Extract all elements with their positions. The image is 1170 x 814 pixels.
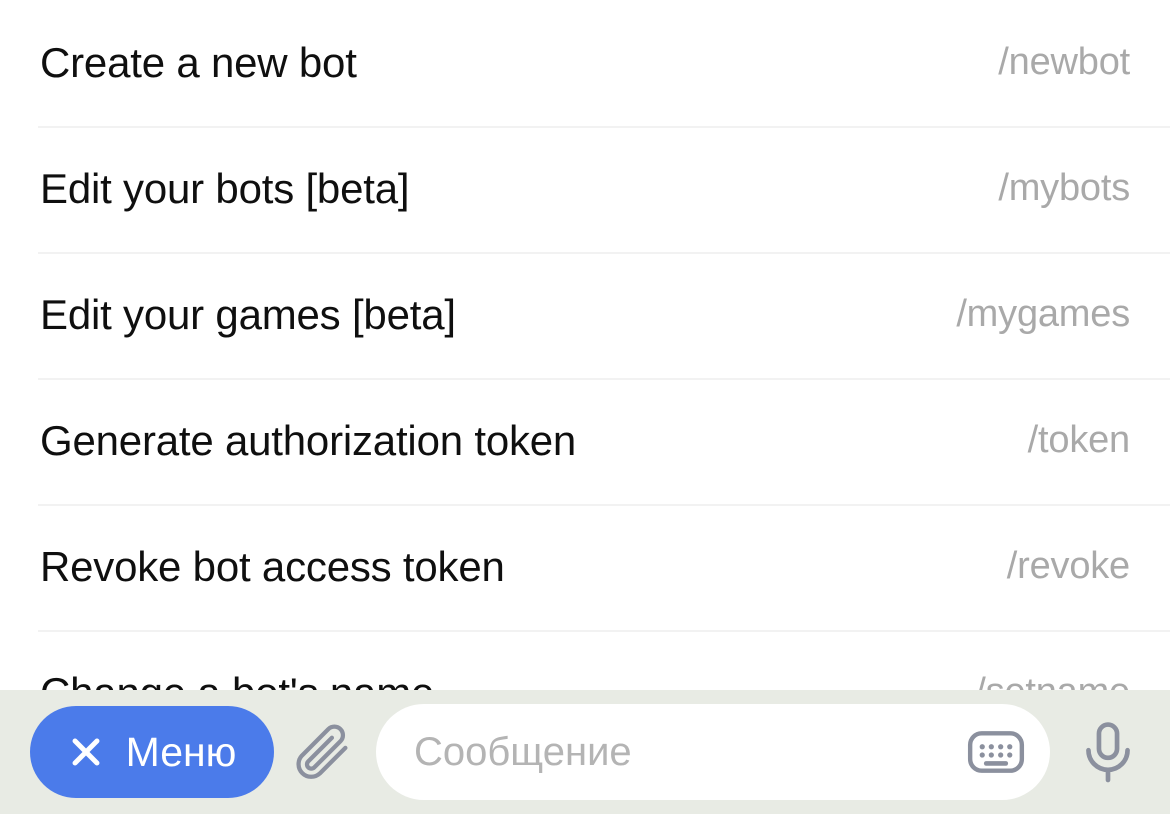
command-title: Create a new bot bbox=[40, 38, 357, 86]
command-slug: /setname bbox=[975, 671, 1130, 690]
command-row[interactable]: Create a new bot /newbot bbox=[0, 0, 1170, 126]
paperclip-icon bbox=[296, 724, 348, 779]
command-title: Edit your bots [beta] bbox=[40, 164, 410, 212]
command-row[interactable]: Edit your bots [beta] /mybots bbox=[0, 126, 1170, 252]
command-row[interactable]: Revoke bot access token /revoke bbox=[0, 504, 1170, 630]
command-row[interactable]: Edit your games [beta] /mygames bbox=[0, 252, 1170, 378]
keyboard-button[interactable] bbox=[960, 716, 1032, 788]
bot-command-list: Create a new bot /newbot Edit your bots … bbox=[0, 0, 1170, 690]
attach-button[interactable] bbox=[274, 704, 370, 800]
menu-button[interactable]: Меню bbox=[30, 706, 274, 798]
message-composer-bar: Меню bbox=[0, 690, 1170, 814]
command-title: Change a bot's name bbox=[40, 669, 434, 690]
command-row[interactable]: Generate authorization token /token bbox=[0, 378, 1170, 504]
command-title: Revoke bot access token bbox=[40, 542, 505, 590]
command-title: Edit your games [beta] bbox=[40, 290, 456, 338]
command-row[interactable]: Change a bot's name /setname bbox=[0, 630, 1170, 690]
message-input[interactable] bbox=[414, 729, 960, 775]
command-slug: /revoke bbox=[1006, 545, 1130, 588]
message-input-container[interactable] bbox=[376, 704, 1050, 800]
command-slug: /newbot bbox=[998, 41, 1130, 84]
microphone-icon bbox=[1086, 722, 1130, 783]
command-title: Generate authorization token bbox=[40, 416, 577, 464]
command-slug: /mybots bbox=[998, 167, 1130, 210]
command-slug: /mygames bbox=[956, 293, 1130, 336]
close-icon bbox=[68, 734, 104, 770]
command-slug: /token bbox=[1027, 419, 1131, 462]
voice-button[interactable] bbox=[1060, 704, 1156, 800]
menu-button-label: Меню bbox=[125, 728, 237, 775]
keyboard-icon bbox=[967, 731, 1025, 773]
